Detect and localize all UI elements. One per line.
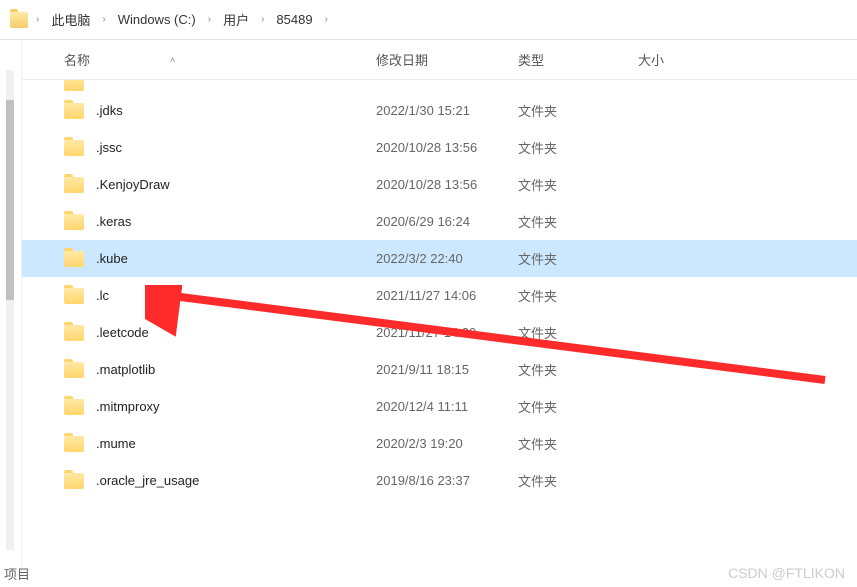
file-pane: 名称 ˄ 修改日期 类型 大小 .jdks2022/1/30 15:21文件夹.…: [22, 40, 857, 575]
file-type: 文件夹: [518, 471, 638, 490]
folder-icon: [64, 288, 84, 304]
watermark: CSDN @FTLIKON: [728, 565, 845, 581]
folder-icon: [64, 140, 84, 156]
file-type: 文件夹: [518, 249, 638, 268]
table-row[interactable]: .mume2020/2/3 19:20文件夹: [22, 425, 857, 462]
left-gutter: [0, 40, 22, 575]
chevron-right-icon[interactable]: ›: [206, 14, 213, 25]
file-type: 文件夹: [518, 360, 638, 379]
folder-icon: [64, 473, 84, 489]
breadcrumb-userfolder[interactable]: 85489: [272, 10, 316, 29]
file-date: 2020/10/28 13:56: [376, 177, 518, 192]
folder-icon: [64, 399, 84, 415]
file-type: 文件夹: [518, 434, 638, 453]
chevron-right-icon[interactable]: ›: [323, 14, 330, 25]
file-name: .jdks: [96, 103, 376, 118]
header-size[interactable]: 大小: [638, 50, 738, 69]
file-name: .jssc: [96, 140, 376, 155]
file-type: 文件夹: [518, 397, 638, 416]
file-date: 2020/2/3 19:20: [376, 436, 518, 451]
file-list: .jdks2022/1/30 15:21文件夹.jssc2020/10/28 1…: [22, 79, 857, 499]
folder-icon: [64, 251, 84, 267]
sort-caret-icon: ˄: [170, 55, 175, 65]
folder-icon: [64, 362, 84, 378]
file-date: 2021/9/11 18:15: [376, 362, 518, 377]
scrollbar-thumb[interactable]: [6, 100, 14, 300]
table-row[interactable]: .keras2020/6/29 16:24文件夹: [22, 203, 857, 240]
folder-icon: [64, 325, 84, 341]
file-date: 2020/6/29 16:24: [376, 214, 518, 229]
file-name: .lc: [96, 288, 376, 303]
header-name-label: 名称: [64, 50, 90, 69]
column-headers: 名称 ˄ 修改日期 类型 大小: [22, 40, 857, 79]
breadcrumb-drive-c[interactable]: Windows (C:): [114, 10, 200, 29]
file-name: .mitmproxy: [96, 399, 376, 414]
file-date: 2022/3/2 22:40: [376, 251, 518, 266]
table-row[interactable]: .mitmproxy2020/12/4 11:11文件夹: [22, 388, 857, 425]
header-type[interactable]: 类型: [518, 50, 638, 69]
folder-icon: [64, 177, 84, 193]
table-row[interactable]: .lc2021/11/27 14:06文件夹: [22, 277, 857, 314]
breadcrumb-this-pc[interactable]: 此电脑: [47, 8, 94, 31]
folder-icon: [64, 103, 84, 119]
table-row[interactable]: .leetcode2021/11/27 14:20文件夹: [22, 314, 857, 351]
file-date: 2019/8/16 23:37: [376, 473, 518, 488]
breadcrumb-bar: › 此电脑 › Windows (C:) › 用户 › 85489 ›: [0, 0, 857, 40]
item-count-label: 项目: [4, 567, 30, 582]
folder-icon: [64, 79, 84, 91]
file-date: 2020/12/4 11:11: [376, 399, 518, 414]
folder-icon: [64, 214, 84, 230]
file-name: .matplotlib: [96, 362, 376, 377]
table-row-partial[interactable]: [22, 79, 857, 92]
folder-icon: [64, 436, 84, 452]
header-date[interactable]: 修改日期: [376, 50, 518, 69]
file-date: 2022/1/30 15:21: [376, 103, 518, 118]
file-type: 文件夹: [518, 323, 638, 342]
file-name: .keras: [96, 214, 376, 229]
file-type: 文件夹: [518, 101, 638, 120]
table-row[interactable]: .jdks2022/1/30 15:21文件夹: [22, 92, 857, 129]
chevron-right-icon[interactable]: ›: [259, 14, 266, 25]
table-row[interactable]: .oracle_jre_usage2019/8/16 23:37文件夹: [22, 462, 857, 499]
file-name: .KenjoyDraw: [96, 177, 376, 192]
file-name: .leetcode: [96, 325, 376, 340]
file-name: .mume: [96, 436, 376, 451]
main-area: 名称 ˄ 修改日期 类型 大小 .jdks2022/1/30 15:21文件夹.…: [0, 40, 857, 575]
chevron-right-icon[interactable]: ›: [100, 14, 107, 25]
status-bar: 项目: [0, 562, 34, 585]
chevron-right-icon[interactable]: ›: [34, 14, 41, 25]
table-row[interactable]: .KenjoyDraw2020/10/28 13:56文件夹: [22, 166, 857, 203]
file-type: 文件夹: [518, 175, 638, 194]
breadcrumb-users[interactable]: 用户: [219, 8, 253, 31]
file-type: 文件夹: [518, 286, 638, 305]
table-row[interactable]: .jssc2020/10/28 13:56文件夹: [22, 129, 857, 166]
file-type: 文件夹: [518, 138, 638, 157]
file-type: 文件夹: [518, 212, 638, 231]
table-row[interactable]: .matplotlib2021/9/11 18:15文件夹: [22, 351, 857, 388]
file-name: .oracle_jre_usage: [96, 473, 376, 488]
file-date: 2020/10/28 13:56: [376, 140, 518, 155]
file-date: 2021/11/27 14:20: [376, 325, 518, 340]
folder-icon: [10, 12, 28, 28]
file-date: 2021/11/27 14:06: [376, 288, 518, 303]
table-row[interactable]: .kube2022/3/2 22:40文件夹: [22, 240, 857, 277]
header-name[interactable]: 名称 ˄: [64, 50, 376, 69]
file-name: .kube: [96, 251, 376, 266]
